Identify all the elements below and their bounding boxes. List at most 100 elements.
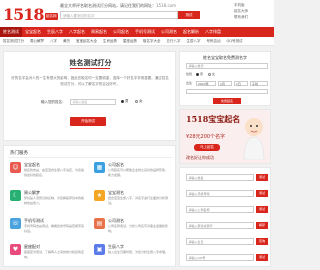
surname-input[interactable]: 请输入姓氏 (186, 63, 268, 69)
subnav-item[interactable]: 生辰八字 (184, 37, 204, 45)
service-desc: 公司名称测试，分析公司名字对事业发展的影响。 (108, 224, 169, 233)
service-item[interactable]: ☺ 宝宝起名 姓名的吉凶，由宝宝的生辰八字决定，为您提供最好的起名。 (10, 162, 90, 188)
service-desc: 姓名的吉凶，由宝宝的生辰八字决定，为您提供最好的起名。 (24, 168, 85, 177)
heart-icon: ♥ (10, 244, 21, 255)
banner-title: 1518宝宝起名 (186, 114, 241, 124)
side-form-title: 姓名宝宝取名免费测名字 (203, 55, 247, 60)
year-select[interactable]: 2023年 (196, 81, 216, 86)
subnav-item[interactable]: 周公解梦 (27, 37, 47, 45)
nav-item[interactable]: 生辰八字 (44, 27, 66, 37)
tool-row: 请输入生日 查询 (186, 238, 268, 245)
service-desc: 星座配对测试，了解两人之间的缘分和感情走向。 (24, 250, 85, 259)
services-title: 热门服务 (10, 151, 28, 156)
divider (8, 157, 173, 158)
service-item[interactable]: ▤ 公司测名 公司名称测试，分析公司名字对事业发展的影响。 (94, 218, 174, 244)
nav-item-name-test[interactable]: 姓名测试 (0, 27, 22, 37)
top-header: 1518 起名网 最全大师评名取名测试打分网站，请记住我们的网址：1518.co… (0, 0, 274, 27)
subnav-item[interactable]: 取名字大全 (140, 37, 164, 45)
header-search-button[interactable]: 测试 (178, 11, 200, 19)
logo-number: 1518 (3, 5, 45, 24)
subnav-item[interactable]: 姓名测试打分 (0, 37, 27, 45)
month-select[interactable]: 1月 (218, 81, 232, 86)
tool-input[interactable]: 请输入公司名称 (186, 206, 254, 213)
service-item[interactable]: ▦ 公司起名 公司起名可以帮助企业树立良好的品牌形象，助力发展。 (94, 162, 174, 188)
tool-input[interactable]: 请输入生日 (186, 238, 254, 245)
extra-input[interactable] (186, 89, 268, 94)
tool-button[interactable]: 测试 (256, 174, 268, 181)
intro-text: 好的名字会对人的一生有很大的影响，因此在取名时一定要慎重，选择一个好名字非常重要… (11, 76, 169, 86)
slogan-text: 最全大师评名取名测试打分网站，请记住我们的网址： (60, 3, 156, 8)
free-naming-button[interactable]: 免费起名 (213, 98, 241, 104)
nav-item[interactable]: 八字排盘 (202, 27, 224, 37)
subnav-item[interactable]: 八字 (47, 37, 60, 45)
nav-item[interactable]: 公司起名 (110, 27, 132, 37)
nav-item[interactable]: 宝宝起名 (22, 27, 44, 37)
nav-item[interactable]: 周易起名 (88, 27, 110, 37)
tool-button[interactable]: 解梦 (256, 222, 268, 229)
gender-male-radio[interactable] (121, 100, 124, 103)
side-gender-female-label: 女 (212, 72, 216, 76)
subnav-item[interactable]: 黄历 (60, 37, 73, 45)
name-input[interactable]: 请输入姓名 (70, 99, 116, 105)
side-gender-male-radio[interactable] (196, 73, 199, 76)
star-icon: ★ (94, 190, 105, 201)
nav-item[interactable]: 手机号测试 (132, 27, 158, 37)
title-underline (70, 68, 110, 69)
subnav-item[interactable]: 宝宝起名大全 (73, 37, 100, 45)
service-item[interactable]: ☾ 周公解梦 梦境是人潜意识的反映，为您解答梦境中的各种吉凶含义。 (10, 190, 90, 216)
tool-button[interactable]: 查询 (256, 238, 268, 245)
side-gender-male-label: 男 (200, 72, 204, 76)
promo-banner[interactable]: 1518宝宝起名 ¥28元200个名字 马上起名 改名好让你成功 (179, 109, 271, 164)
calendar-icon: ▣ (94, 244, 105, 255)
baby-icon: ☺ (10, 162, 21, 173)
secondary-nav: 姓名测试打分 周公解梦 八字 黄历 宝宝起名大全 生肖运势 星座运势 取名字大全… (0, 37, 274, 46)
primary-nav: 姓名测试 宝宝起名 生辰八字 八字起名 周易起名 公司起名 手机号测试 公司测名… (0, 27, 274, 37)
subnav-item[interactable]: 生肖运势 (100, 37, 120, 45)
tool-input[interactable]: 请输入手机号码 (186, 190, 254, 197)
building-icon: ▦ (94, 162, 105, 173)
tool-row: 请输入手机号码 测试 (186, 190, 268, 197)
site-logo[interactable]: 1518 起名网 (3, 2, 59, 24)
birth-label: 出生 (186, 81, 193, 85)
service-desc: 输入出生日期时辰，为您分析生辰八字命理。 (108, 250, 169, 254)
tool-button[interactable]: 测试 (256, 254, 268, 261)
tool-input[interactable]: 请输入QQ号 (186, 254, 254, 261)
hour-select[interactable]: 子时 (250, 81, 268, 86)
side-gender-female-radio[interactable] (208, 73, 211, 76)
tool-button[interactable]: 测试 (256, 206, 268, 213)
service-item[interactable]: ★ 宝宝测名 结合宝宝生辰八字，对名字进行全面的分析测试。 (94, 190, 174, 216)
banner-slogan: 改名好让你成功 (186, 155, 214, 160)
nav-item[interactable]: 八字起名 (66, 27, 88, 37)
gender-label: 性别 (186, 72, 193, 76)
side-tools-panel: 请输入姓名 测试 请输入手机号码 测试 请输入公司名称 测试 请输入梦境关键字 … (179, 167, 271, 267)
nav-item[interactable]: 起名解析 (180, 27, 202, 37)
subnav-item[interactable]: 号码吉凶 (204, 37, 224, 45)
start-test-button[interactable]: 开始测试 (70, 117, 106, 126)
tool-input[interactable]: 请输入梦境关键字 (186, 222, 254, 229)
tool-row: 请输入梦境关键字 解梦 (186, 222, 268, 229)
header-search-input[interactable]: 请输入要测试的名字 (60, 11, 178, 19)
nav-item[interactable]: 公司测名 (158, 27, 180, 37)
header-link[interactable]: 联系我们 (234, 14, 272, 20)
baby-illustration-icon (243, 118, 265, 160)
gender-female-radio[interactable] (135, 100, 138, 103)
tool-row: 请输入QQ号 测试 (186, 254, 268, 261)
gender-female-label: 女 (139, 99, 143, 103)
moon-icon: ☾ (10, 190, 21, 201)
service-item[interactable]: ☏ 手机号测试 手机号码吉凶测试，看看您的号码是否能带来好运。 (10, 218, 90, 244)
name-test-card: 姓名测试打分 好的名字会对人的一生有很大的影响，因此在取名时一定要慎重，选择一个… (3, 51, 176, 141)
service-desc: 手机号码吉凶测试，看看您的号码是否能带来好运。 (24, 224, 85, 233)
service-item[interactable]: ▣ 生辰八字 输入出生日期时辰，为您分析生辰八字命理。 (94, 244, 174, 270)
service-desc: 结合宝宝生辰八字，对名字进行全面的分析测试。 (108, 196, 169, 205)
tool-input[interactable]: 请输入姓名 (186, 174, 254, 181)
subnav-item[interactable]: 五行八字 (164, 37, 184, 45)
banner-cta-button[interactable]: 马上起名 (194, 144, 220, 151)
hot-services-panel: 热门服务 ☺ 宝宝起名 姓名的吉凶，由宝宝的生辰八字决定，为您提供最好的起名。 … (3, 145, 176, 267)
service-desc: 梦境是人潜意识的反映，为您解答梦境中的各种吉凶含义。 (24, 196, 85, 205)
tool-button[interactable]: 测试 (256, 190, 268, 197)
subnav-item[interactable]: 星座运势 (120, 37, 140, 45)
logo-badge: 起名网 (44, 13, 59, 20)
day-select[interactable]: 1日 (234, 81, 248, 86)
service-item[interactable]: ♥ 星座配对 星座配对测试，了解两人之间的缘分和感情走向。 (10, 244, 90, 270)
subnav-item[interactable]: QQ号测试 (224, 37, 246, 45)
